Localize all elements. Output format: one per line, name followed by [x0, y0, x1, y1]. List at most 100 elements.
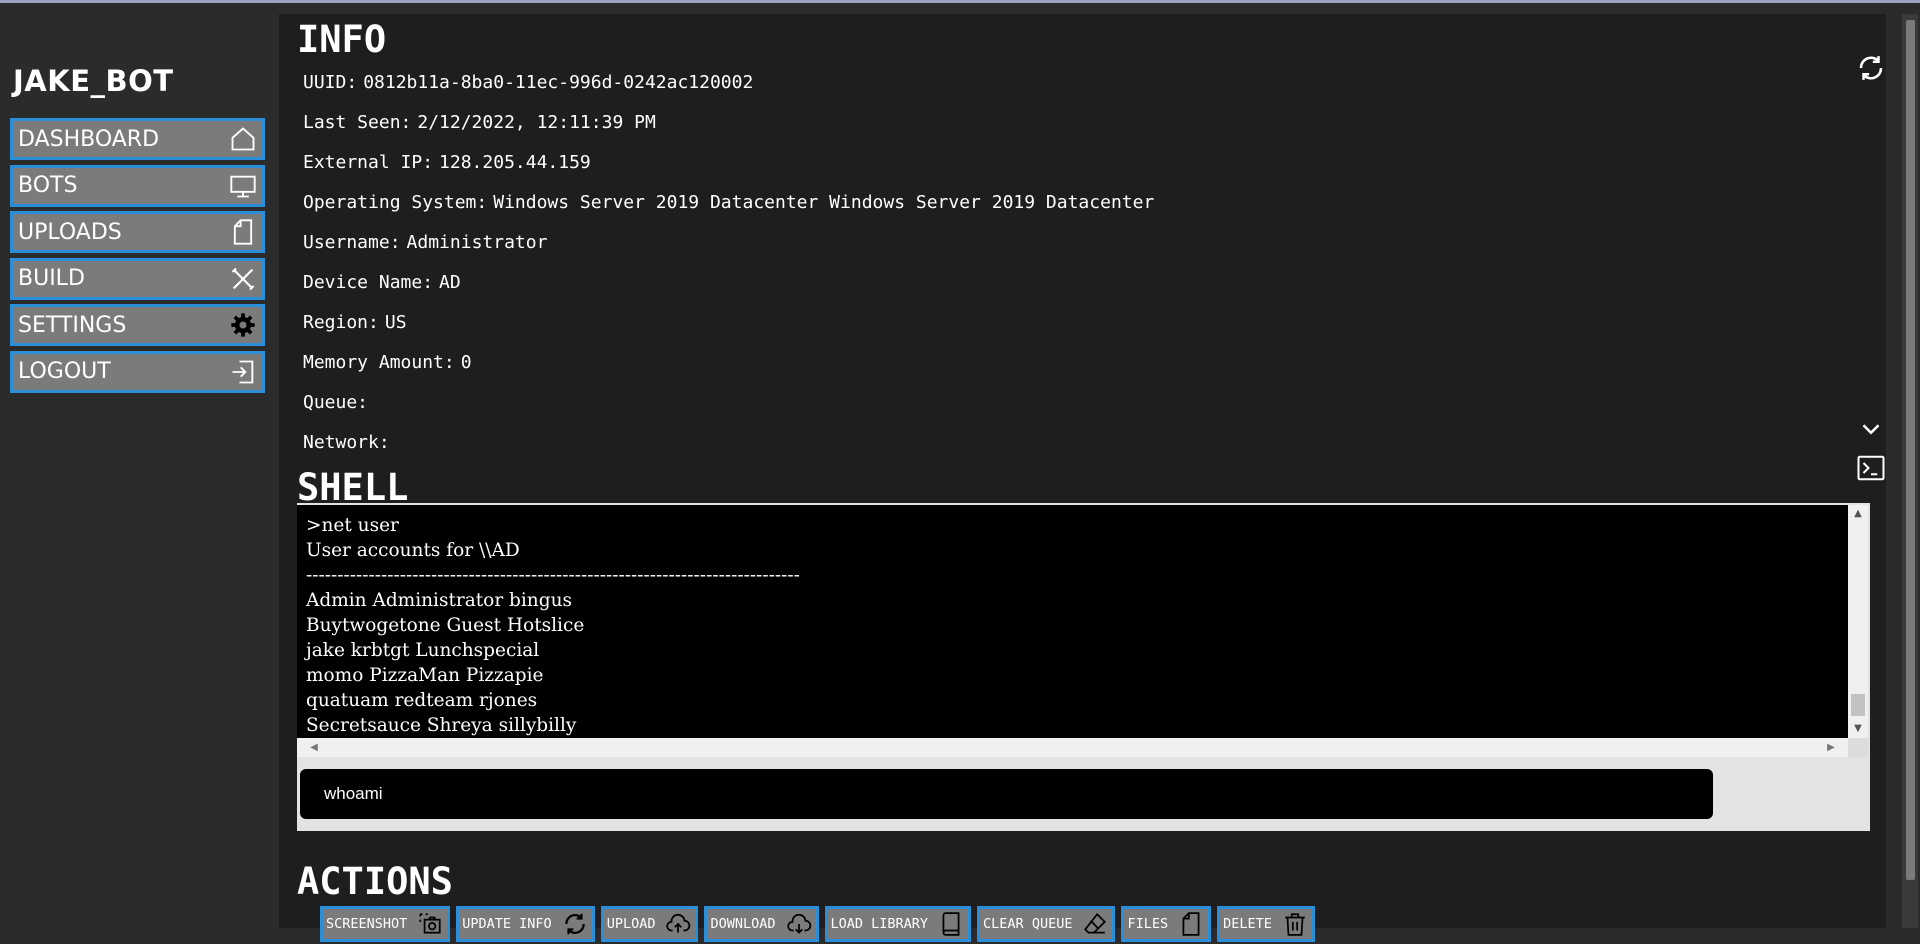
page-scrollbar[interactable]	[1902, 14, 1918, 928]
info-value: 2/12/2022, 12:11:39 PM	[417, 112, 656, 133]
sidebar-item-bots[interactable]: BOTS	[10, 164, 265, 207]
info-key: External IP:	[303, 152, 434, 173]
shell-vertical-scrollbar[interactable]: ▲ ▼	[1848, 505, 1868, 738]
scroll-gutter	[1886, 14, 1902, 928]
info-key: Username:	[303, 232, 401, 253]
button-label: DELETE	[1223, 916, 1272, 932]
sidebar-item-label: SETTINGS	[18, 312, 127, 338]
sidebar-item-label: DASHBOARD	[18, 126, 160, 152]
sidebar-item-label: UPLOADS	[18, 219, 122, 245]
terminal-icon[interactable]	[1856, 453, 1886, 483]
shell-output-line: Secretsauce Shreya sillybilly	[306, 715, 577, 736]
sidebar-item-label: BOTS	[18, 173, 78, 198]
sidebar-item-build[interactable]: BUILD	[10, 257, 265, 300]
window-top-border	[0, 0, 1920, 3]
shell-command-input[interactable]	[300, 769, 1713, 819]
files-button[interactable]: FILES	[1121, 906, 1212, 942]
cloud-upload-icon	[665, 911, 691, 937]
info-row-username: Username: Administrator	[303, 231, 1154, 271]
brand-title: JAKE_BOT	[13, 64, 174, 98]
button-label: SCREENSHOT	[326, 916, 408, 932]
info-row-region: Region: US	[303, 311, 1154, 351]
scroll-left-arrow-icon[interactable]: ◀	[305, 738, 323, 757]
scrollbar-corner	[1848, 738, 1868, 757]
shell-scrollbar-thumb[interactable]	[1851, 694, 1865, 716]
chevron-down-icon[interactable]	[1856, 414, 1886, 444]
scroll-down-arrow-icon[interactable]: ▼	[1848, 720, 1868, 738]
info-row-device-name: Device Name: AD	[303, 271, 1154, 311]
shell-output-line: jake krbtgt Lunchspecial	[306, 640, 540, 661]
shell-horizontal-scrollbar[interactable]: ◀ ▶	[297, 738, 1848, 757]
trash-icon	[1282, 911, 1308, 937]
shell-output-line: quatuam redteam rjones	[306, 690, 538, 711]
info-value: 0812b11a-8ba0-11ec-996d-0242ac120002	[363, 72, 754, 93]
sidebar-item-label: LOGOUT	[18, 359, 111, 384]
info-key: Region:	[303, 312, 379, 333]
load-library-button[interactable]: LOAD LIBRARY	[824, 906, 972, 942]
info-value: Administrator	[406, 232, 548, 253]
info-key: Device Name:	[303, 272, 434, 293]
info-key: Queue:	[303, 392, 369, 413]
info-row-network: Network:	[303, 431, 1154, 471]
button-label: FILES	[1127, 916, 1169, 932]
delete-button[interactable]: DELETE	[1217, 906, 1315, 942]
info-value: 128.205.44.159	[439, 152, 591, 173]
info-key: Last Seen:	[303, 112, 412, 133]
shell-output-line: momo PizzaMan Pizzapie	[306, 665, 544, 686]
cloud-download-icon	[786, 911, 812, 937]
shell-output-line: ----------------------------------------…	[306, 565, 800, 586]
tools-icon	[228, 264, 258, 294]
info-key: UUID:	[303, 72, 358, 93]
download-button[interactable]: DOWNLOAD	[704, 906, 819, 942]
button-label: UPDATE INFO	[462, 916, 552, 932]
file-icon	[228, 217, 258, 247]
home-icon	[228, 124, 258, 154]
book-icon	[938, 911, 964, 937]
shell-output-line: User accounts for \\AD	[306, 540, 520, 561]
info-row-external-ip: External IP: 128.205.44.159	[303, 151, 1154, 191]
sidebar-item-uploads[interactable]: UPLOADS	[10, 211, 265, 253]
scroll-up-arrow-icon[interactable]: ▲	[1848, 505, 1868, 523]
info-key: Operating System:	[303, 192, 488, 213]
actions-bar: SCREENSHOT UPDATE INFO UPLOAD DOWNLOAD L…	[320, 906, 1321, 942]
button-label: UPLOAD	[606, 916, 656, 932]
sidebar-nav: DASHBOARD BOTS UPLOADS BUILD SETTINGS LO…	[10, 118, 265, 397]
sidebar-item-logout[interactable]: LOGOUT	[10, 350, 265, 393]
scroll-right-arrow-icon[interactable]: ▶	[1822, 738, 1840, 757]
shell-output[interactable]: >net user User accounts for \\AD -------…	[297, 505, 1848, 738]
info-row-queue: Queue:	[303, 391, 1154, 431]
shell-output-line: >net user	[306, 515, 399, 536]
eraser-icon	[1082, 911, 1108, 937]
info-list: UUID: 0812b11a-8ba0-11ec-996d-0242ac12000…	[303, 71, 1154, 471]
info-row-operating-system: Operating System: Windows Server 2019 Dat…	[303, 191, 1154, 231]
sidebar-item-dashboard[interactable]: DASHBOARD	[10, 118, 265, 160]
refresh-icon[interactable]	[1856, 53, 1886, 83]
info-row-last-seen: Last Seen: 2/12/2022, 12:11:39 PM	[303, 111, 1154, 151]
logout-icon	[228, 357, 258, 387]
button-label: DOWNLOAD	[710, 916, 776, 932]
button-label: CLEAR QUEUE	[983, 916, 1073, 932]
shell-output-line: Buytwogetone Guest Hotslice	[306, 615, 585, 636]
actions-title: ACTIONS	[297, 860, 453, 903]
info-key: Memory Amount:	[303, 352, 455, 373]
screenshot-button[interactable]: SCREENSHOT	[320, 906, 451, 942]
shell-output-line: Admin Administrator bingus	[306, 590, 572, 611]
info-value: Windows Server 2019 Datacenter Windows S…	[493, 192, 1155, 213]
sidebar-item-settings[interactable]: SETTINGS	[10, 304, 265, 346]
upload-button[interactable]: UPLOAD	[600, 906, 699, 942]
page-scrollbar-thumb[interactable]	[1906, 20, 1915, 880]
file-icon	[1178, 911, 1204, 937]
info-title: INFO	[297, 18, 387, 61]
sidebar-item-label: BUILD	[18, 266, 85, 291]
refresh-icon	[562, 911, 588, 937]
update-info-button[interactable]: UPDATE INFO	[456, 906, 595, 942]
clear-queue-button[interactable]: CLEAR QUEUE	[977, 906, 1116, 942]
screenshot-icon	[417, 911, 443, 937]
info-value: 0	[460, 352, 472, 373]
button-label: LOAD LIBRARY	[830, 916, 929, 932]
gear-icon	[228, 310, 258, 340]
info-row-uuid: UUID: 0812b11a-8ba0-11ec-996d-0242ac12000…	[303, 71, 1154, 111]
info-value: AD	[439, 272, 461, 293]
info-row-memory: Memory Amount: 0	[303, 351, 1154, 391]
monitor-icon	[228, 171, 258, 201]
